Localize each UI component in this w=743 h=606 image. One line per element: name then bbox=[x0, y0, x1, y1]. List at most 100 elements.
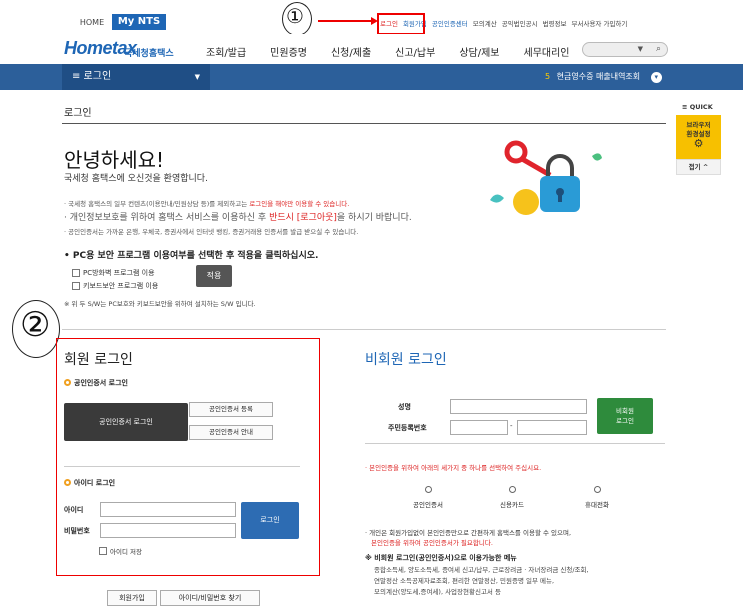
smiley-icon bbox=[513, 189, 539, 215]
bullet-dot-icon bbox=[64, 379, 71, 386]
nav-item[interactable]: 상담/제보 bbox=[459, 44, 499, 59]
rrn-label: 주민등록번호 bbox=[388, 424, 427, 432]
chevron-down-icon: ▼ bbox=[194, 73, 200, 81]
ticker-text: 현금영수증 매출내역조회 bbox=[556, 72, 641, 81]
save-id-checkbox[interactable] bbox=[99, 547, 107, 555]
notice-bullets: · 국세청 홈택스의 일부 컨텐츠(이용안내/민원상담 등)를 제외하고는 로그… bbox=[64, 197, 412, 239]
collapse-button[interactable]: 접기 ^ bbox=[676, 159, 721, 175]
sw-note: ※ 위 두 S/W는 PC보호와 키보드보안을 위하여 설치하는 S/W 입니다… bbox=[64, 300, 256, 308]
nav-item[interactable]: 신고/납부 bbox=[395, 44, 435, 59]
top-utility-bar: HOME My NTS 로그인 회원가입 공인인증센터 모의계산 공익법인공시 … bbox=[0, 0, 743, 36]
quick-panel: ≡ QUICK 브라우저 환경설정 ⚙ 접기 ^ bbox=[676, 103, 721, 175]
login-highlight-box bbox=[377, 13, 425, 35]
divider bbox=[62, 329, 666, 330]
quick-label: ≡ QUICK bbox=[682, 103, 713, 111]
divider bbox=[365, 443, 665, 444]
tab-home[interactable]: HOME bbox=[72, 16, 112, 30]
cert-register-button[interactable]: 공인인증서 등록 bbox=[189, 402, 273, 417]
available-menu-title: ※ 비회원 로그인(공인인증서)으로 이용가능한 메뉴 bbox=[365, 554, 517, 562]
member-login-title: 회원 로그인 bbox=[64, 352, 133, 368]
id-login-button[interactable]: 로그인 bbox=[241, 502, 299, 539]
name-label: 성명 bbox=[398, 403, 411, 411]
location-bar: ≡ 로그인 ▼ 5 현금영수증 매출내역조회 ▾ bbox=[0, 64, 743, 90]
firewall-label: PC방화벽 프로그램 이용 bbox=[83, 269, 155, 277]
verify-note: · 본인인증을 위하여 아래의 세가지 중 하나를 선택하여 주십시요. bbox=[365, 464, 542, 472]
quick-box-line1: 브라우저 bbox=[686, 121, 711, 129]
notice-ticker[interactable]: 5 현금영수증 매출내역조회 ▾ bbox=[545, 71, 662, 83]
save-id-option[interactable]: 아이디 저장 bbox=[99, 546, 142, 556]
firewall-option[interactable]: PC방화벽 프로그램 이용 bbox=[72, 268, 155, 278]
bullet-3: · 공인인증서는 가까운 은행, 우체국, 증권사에서 인터넷 뱅킹, 증권거래… bbox=[64, 228, 359, 236]
nav-item[interactable]: 민원증명 bbox=[270, 44, 307, 59]
annotation-2: ② bbox=[20, 305, 51, 345]
id-section-title: 아이디 로그인 bbox=[64, 478, 115, 488]
search-input[interactable]: ▼ ⌕ bbox=[582, 42, 668, 57]
password-input[interactable] bbox=[100, 523, 236, 538]
browser-settings-button[interactable]: 브라우저 환경설정 ⚙ bbox=[676, 115, 721, 159]
dept-user-link[interactable]: 부서사용자 가입하기 bbox=[572, 18, 628, 28]
pc-security-title: • PC용 보안 프로그램 이용여부를 선택한 후 적용을 클릭하십시오. bbox=[64, 251, 319, 261]
radio-button bbox=[508, 486, 516, 493]
keyboard-label: 키보드보안 프로그램 이용 bbox=[83, 282, 159, 290]
keyboard-checkbox[interactable] bbox=[72, 282, 80, 290]
cert-login-button[interactable]: 공인인증서 로그인 bbox=[64, 403, 188, 441]
law-info-link[interactable]: 법령정보 bbox=[543, 18, 567, 28]
firewall-checkbox[interactable] bbox=[72, 269, 80, 277]
signup-button[interactable]: 회원가입 bbox=[107, 590, 157, 606]
greeting-title: 안녕하세요! bbox=[64, 148, 165, 172]
divider bbox=[64, 466, 300, 467]
verify-phone-option[interactable]: 휴대전화 bbox=[567, 486, 627, 509]
rrn-front-input[interactable] bbox=[450, 420, 508, 435]
menu-label: ≡ 로그인 bbox=[72, 71, 112, 82]
search-icon[interactable]: ⌕ bbox=[656, 44, 661, 54]
welcome-text: 국세청 홈택스에 오신것을 환영합니다. bbox=[64, 174, 208, 184]
logo-subtext: 국세청홈택스 bbox=[124, 49, 174, 59]
hometax-logo[interactable]: Hometax 국세청홈택스 bbox=[64, 36, 184, 62]
nonmember-note: · 개인은 회원가입없이 본인인증만으로 간편하게 홈택스를 이용할 수 있으며… bbox=[365, 529, 572, 547]
apply-button[interactable]: 적용 bbox=[196, 265, 232, 287]
nonmember-login-button[interactable]: 비회원 로그인 bbox=[597, 398, 653, 434]
chevron-down-icon[interactable]: ▾ bbox=[650, 72, 662, 83]
verify-cert-option[interactable]: 공인인증서 bbox=[398, 486, 458, 509]
leaf-icon bbox=[490, 194, 504, 203]
member-login-highlight bbox=[56, 338, 320, 576]
tab-mynts[interactable]: My NTS bbox=[112, 14, 166, 30]
main-header: Hometax 국세청홈택스 조회/발급 민원증명 신청/제출 신고/납부 상담… bbox=[0, 34, 743, 64]
id-label: 아이디 bbox=[64, 506, 84, 514]
rrn-back-input[interactable] bbox=[517, 420, 587, 435]
annotation-arrow bbox=[318, 17, 378, 25]
page-title: 로그인 bbox=[64, 108, 92, 119]
public-corp-link[interactable]: 공익법인공시 bbox=[502, 18, 538, 28]
radio-button bbox=[593, 486, 601, 493]
annotation-1: ① bbox=[286, 4, 304, 28]
cert-center-link[interactable]: 공인인증센터 bbox=[432, 18, 468, 28]
security-illustration bbox=[490, 140, 602, 215]
bullet-dot-icon bbox=[64, 479, 71, 486]
verify-card-option[interactable]: 신용카드 bbox=[482, 486, 542, 509]
rrn-dash: - bbox=[510, 422, 513, 430]
id-input[interactable] bbox=[100, 502, 236, 517]
leaf-icon bbox=[592, 153, 602, 161]
name-input[interactable] bbox=[450, 399, 587, 414]
nav-item[interactable]: 세무대리인 bbox=[524, 44, 570, 59]
nav-item[interactable]: 신청/제출 bbox=[331, 44, 371, 59]
menu-dropdown[interactable]: ≡ 로그인 ▼ bbox=[62, 64, 210, 90]
pw-label: 비밀번호 bbox=[64, 527, 90, 535]
bullet-1: · 국세청 홈택스의 일부 컨텐츠(이용안내/민원상담 등)를 제외하고는 로그… bbox=[64, 200, 350, 208]
nonmember-login-title: 비회원 로그인 bbox=[365, 352, 447, 368]
keyboard-option[interactable]: 키보드보안 프로그램 이용 bbox=[72, 281, 158, 291]
mock-calc-link[interactable]: 모의계산 bbox=[473, 18, 497, 28]
divider bbox=[62, 123, 666, 124]
nav-item[interactable]: 조회/발급 bbox=[206, 44, 246, 59]
nm-btn-line1: 비회원 bbox=[616, 407, 634, 415]
key-icon bbox=[504, 140, 552, 178]
cert-guide-button[interactable]: 공인인증서 안내 bbox=[189, 425, 273, 440]
available-menu-list: 종합소득세, 양도소득세, 증여세 신고/납부, 근로장려금 · 자녀장려금 신… bbox=[374, 566, 589, 596]
gear-icon: ⚙ bbox=[693, 137, 704, 150]
cert-section-title: 공인인증서 로그인 bbox=[64, 378, 128, 388]
ticker-number: 5 bbox=[545, 72, 551, 81]
find-account-button[interactable]: 아이디/비밀번호 찾기 bbox=[160, 590, 260, 606]
chevron-down-icon[interactable]: ▼ bbox=[638, 45, 643, 53]
lock-icon bbox=[540, 154, 580, 212]
nm-btn-line2: 로그인 bbox=[616, 417, 634, 425]
